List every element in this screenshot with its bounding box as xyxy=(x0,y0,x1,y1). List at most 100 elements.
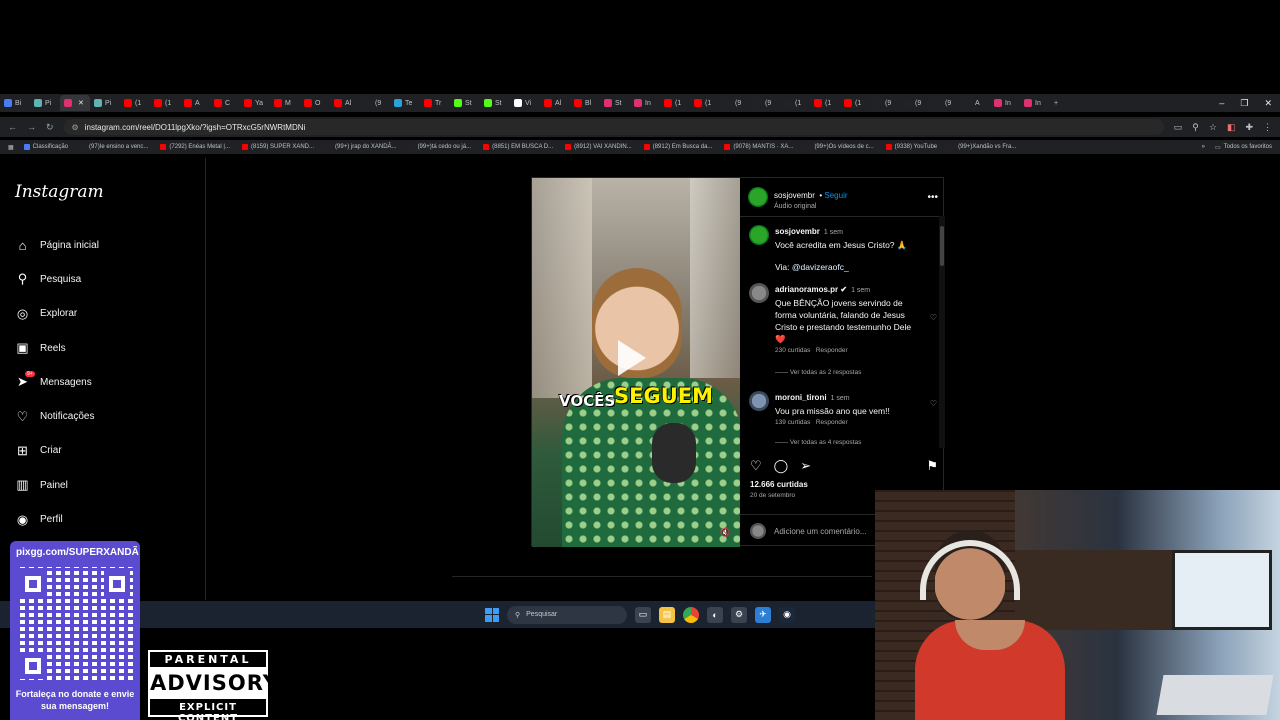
puzzle-icon[interactable]: ✚ xyxy=(1245,122,1253,133)
site-info-icon[interactable]: ⚙ xyxy=(72,123,79,132)
browser-tab[interactable]: Vi xyxy=(510,95,540,111)
apps-icon[interactable]: ▦ xyxy=(8,144,14,151)
new-tab-button[interactable]: + xyxy=(1050,95,1080,111)
browser-tab[interactable]: Al xyxy=(330,95,360,111)
browser-tab[interactable]: (9 xyxy=(900,95,930,111)
browser-tab[interactable]: Pi xyxy=(90,95,120,111)
windows-start-icon[interactable] xyxy=(485,607,499,622)
forward-icon[interactable]: → xyxy=(27,122,36,132)
browser-tab[interactable]: (9 xyxy=(750,95,780,111)
sidebar-item-messages[interactable]: ➤ 9+ Mensagens xyxy=(15,365,195,399)
taskbar-search[interactable]: ⚲ Pesquisar xyxy=(507,605,627,624)
browser-tab[interactable]: (1 xyxy=(810,95,840,111)
browser-tab[interactable]: (1 xyxy=(660,95,690,111)
extension-icon[interactable]: ◧ xyxy=(1227,122,1236,133)
bookmark-item[interactable]: (8159) SUPER XAND... xyxy=(242,144,314,150)
browser-tab[interactable]: St xyxy=(480,95,510,111)
instagram-logo[interactable]: Instagram xyxy=(15,182,104,202)
browser-tab[interactable]: Pi xyxy=(30,95,60,111)
browser-tab[interactable]: Bi xyxy=(0,95,30,111)
reload-icon[interactable]: ↻ xyxy=(46,122,54,133)
follow-button[interactable]: Seguir xyxy=(824,191,847,200)
view-replies-button[interactable]: —— Ver todas as 2 respostas xyxy=(775,369,861,376)
browser-tab[interactable]: St xyxy=(600,95,630,111)
chrome-icon[interactable] xyxy=(683,606,699,623)
caption-username[interactable]: sosjovembr xyxy=(775,227,820,236)
task-view-icon[interactable]: ▭ xyxy=(635,606,651,623)
steam-icon[interactable]: ◉ xyxy=(779,606,795,623)
audio-label[interactable]: Áudio original xyxy=(774,203,848,210)
bookmark-item[interactable]: (99+)Os vídeos de c... xyxy=(805,144,874,150)
like-comment-icon[interactable]: ♡ xyxy=(930,399,937,408)
install-app-icon[interactable]: ▭ xyxy=(1174,122,1183,133)
reply-button[interactable]: Responder xyxy=(816,419,848,426)
comments-scrollbar[interactable] xyxy=(939,216,945,448)
save-icon[interactable]: ⚑ xyxy=(926,458,938,474)
bookmark-item[interactable]: (8912) VAI XANDIN... xyxy=(565,144,632,150)
browser-tab[interactable]: (9 xyxy=(360,95,390,111)
minimize-button[interactable]: – xyxy=(1219,98,1224,109)
scrollbar-thumb[interactable] xyxy=(940,226,944,266)
play-icon[interactable] xyxy=(618,340,646,376)
browser-tab[interactable]: (9 xyxy=(720,95,750,111)
browser-tab[interactable]: In xyxy=(990,95,1020,111)
browser-tab[interactable]: A xyxy=(960,95,990,111)
file-explorer-icon[interactable]: ▤ xyxy=(659,606,675,623)
star-icon[interactable]: ☆ xyxy=(1209,122,1217,133)
zoom-icon[interactable]: ⚲ xyxy=(1192,122,1199,133)
bookmark-item[interactable]: (99+)tá cedo ou já... xyxy=(408,144,471,150)
caption-avatar[interactable] xyxy=(749,225,769,245)
app-icon-2[interactable]: ✈ xyxy=(755,606,771,623)
bookmarks-more-button[interactable]: » xyxy=(1202,144,1205,151)
like-icon[interactable]: ♡ xyxy=(750,458,762,474)
browser-tab[interactable]: ✕ xyxy=(60,95,90,111)
bookmark-item[interactable]: (9338) YouTube xyxy=(885,144,937,150)
view-replies-button[interactable]: —— Ver todas as 4 respostas xyxy=(775,439,861,446)
bookmark-item[interactable]: (99+) jrap do XANDÃ... xyxy=(326,144,397,150)
bookmark-item[interactable]: (99+)Xandão vs Fra... xyxy=(949,144,1016,150)
comment-icon[interactable]: ◯ xyxy=(774,458,789,474)
bookmark-item[interactable]: (8912) Em Busca da... xyxy=(643,144,712,150)
browser-tab[interactable]: A xyxy=(180,95,210,111)
browser-tab[interactable]: M xyxy=(270,95,300,111)
bookmark-item[interactable]: Classificação xyxy=(23,144,68,150)
post-likes[interactable]: 12.666 curtidas xyxy=(750,480,808,489)
browser-tab[interactable]: O xyxy=(300,95,330,111)
browser-tab[interactable]: In xyxy=(630,95,660,111)
sidebar-item-search[interactable]: ⚲ Pesquisa xyxy=(15,262,195,296)
browser-tab[interactable]: (9 xyxy=(930,95,960,111)
menu-icon[interactable]: ⋮ xyxy=(1263,122,1272,133)
sidebar-item-compass[interactable]: ◎ Explorar xyxy=(15,297,195,331)
comment-likes[interactable]: 139 curtidas xyxy=(775,419,810,426)
bookmark-item[interactable]: (7292) Enéas Metal |... xyxy=(160,144,230,150)
sidebar-item-profile[interactable]: ◉ Perfil xyxy=(15,502,195,536)
sidebar-item-home[interactable]: ⌂ Página inicial xyxy=(15,228,195,262)
browser-tab[interactable]: (1 xyxy=(690,95,720,111)
browser-tab[interactable]: (1 xyxy=(150,95,180,111)
bookmark-item[interactable]: (97)Ie ensino a venc... xyxy=(80,144,148,150)
reply-button[interactable]: Responder xyxy=(816,347,848,354)
sidebar-item-heart[interactable]: ♡ Notificações xyxy=(15,399,195,433)
share-icon[interactable]: ➢ xyxy=(800,458,811,474)
browser-tab[interactable]: (9 xyxy=(870,95,900,111)
author-avatar[interactable] xyxy=(748,187,768,207)
browser-tab[interactable]: Bl xyxy=(570,95,600,111)
browser-tab[interactable]: St xyxy=(450,95,480,111)
bookmark-item[interactable]: (8851) EM BUSCA D... xyxy=(483,144,553,150)
sidebar-item-create[interactable]: ⊞ Criar xyxy=(15,434,195,468)
more-options-icon[interactable]: ••• xyxy=(927,192,938,203)
bookmark-item[interactable]: (9078) MANTIS · XA... xyxy=(724,144,793,150)
browser-tab[interactable]: (1 xyxy=(840,95,870,111)
settings-icon[interactable]: ⚙ xyxy=(731,606,747,623)
mute-icon[interactable]: 🔇 xyxy=(720,528,730,537)
browser-tab[interactable]: In xyxy=(1020,95,1050,111)
add-comment-input[interactable]: Adicione um comentário... xyxy=(774,527,867,536)
back-icon[interactable]: ← xyxy=(8,122,17,132)
browser-tab[interactable]: C xyxy=(210,95,240,111)
commenter-username[interactable]: moroni_tironi xyxy=(775,393,827,402)
app-icon-1[interactable]: ◐ xyxy=(707,606,723,623)
like-comment-icon[interactable]: ♡ xyxy=(930,313,937,322)
commenter-avatar[interactable] xyxy=(749,283,769,303)
sidebar-item-reels[interactable]: ▣ Reels xyxy=(15,331,195,365)
commenter-username[interactable]: adrianoramos.pr ✔ xyxy=(775,285,847,294)
